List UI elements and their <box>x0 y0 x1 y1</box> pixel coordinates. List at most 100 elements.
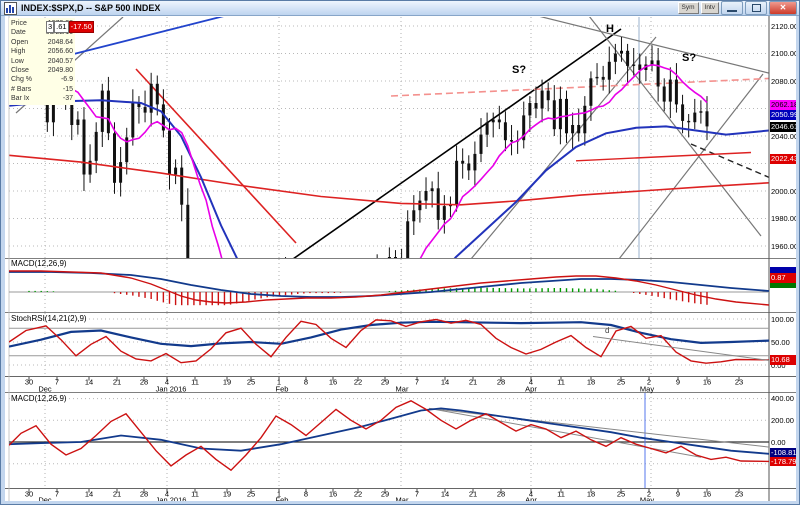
x-tick-label: 11 <box>557 490 565 499</box>
axis-label: 200.00 <box>771 416 794 425</box>
candle-body <box>577 125 580 133</box>
axis-label: 1980.00 <box>771 214 798 223</box>
x-tick-label: 18 <box>587 378 595 387</box>
candle-body <box>174 168 177 175</box>
x-tick-label: 23 <box>735 490 743 499</box>
x-tick-label: 9 <box>676 378 680 387</box>
x-tick-label: 8 <box>304 490 308 499</box>
x-tick-label: 16 <box>703 490 711 499</box>
x-tick-label: 9 <box>676 490 680 499</box>
stochrsi-pane-label: StochRSI(14,21(2),9) <box>11 314 87 323</box>
x-tick-label: 28 <box>140 378 148 387</box>
x-tick-label: 29 <box>381 490 389 499</box>
candle-body <box>431 188 434 191</box>
candle-body <box>180 168 183 205</box>
pattern-annotation: S? <box>682 52 696 64</box>
readout-row: Bar Ix-37 <box>11 94 73 103</box>
x-month-label: May <box>640 385 654 394</box>
x-month-label: Dec <box>38 385 52 394</box>
candle-body <box>119 162 122 183</box>
x-tick-label: 19 <box>223 490 231 499</box>
x-tick-label: 25 <box>247 490 255 499</box>
candle-body <box>541 91 544 109</box>
readout-row: High2056.60 <box>11 47 73 56</box>
candle-body <box>559 99 562 129</box>
macd-green-value-box <box>770 283 799 288</box>
candle-body <box>687 121 690 122</box>
x-tick-label: 21 <box>113 378 121 387</box>
x-tick-label: 30 <box>25 490 33 499</box>
x-tick-label: 7 <box>415 378 419 387</box>
x-tick-label: 21 <box>113 490 121 499</box>
candle-body <box>608 62 611 80</box>
x-tick-label: 23 <box>735 378 743 387</box>
x-tick-label: 14 <box>441 378 449 387</box>
chart-canvas[interactable]: S?HS?d3030771414212128284411111919252511… <box>1 1 800 505</box>
weekly-macd-red-value-box: -178.79 <box>770 457 799 466</box>
axis-label: 400.00 <box>771 394 794 403</box>
candle-body <box>83 120 86 175</box>
candle-body <box>510 140 513 141</box>
axis-label: 2000.00 <box>771 187 798 196</box>
candle-body <box>663 87 666 102</box>
ma50-value-box: 2050.99 <box>770 110 799 120</box>
minimize-button[interactable] <box>721 1 743 15</box>
candle-body <box>76 120 79 126</box>
readout-change-box: -17.50 <box>69 21 94 33</box>
candle-body <box>681 104 684 121</box>
x-tick-label: 28 <box>140 490 148 499</box>
stochrsi-value-box: 10.68 <box>770 355 799 365</box>
candle-body <box>553 100 556 129</box>
candle-body <box>583 106 586 134</box>
x-tick-label: 28 <box>497 378 505 387</box>
candle-body <box>528 103 531 115</box>
titlebar[interactable]: INDEX:$SPX,D -- S&P 500 INDEX Sym Intv ✕ <box>1 1 799 16</box>
candle-body <box>131 103 134 137</box>
axis-label: 2040.00 <box>771 132 798 141</box>
candle-body <box>602 77 605 80</box>
readout-row: Chg %-6.9 <box>11 75 73 84</box>
x-tick-label: 25 <box>617 378 625 387</box>
restore-button[interactable] <box>745 1 767 15</box>
readout-row: # Bars-15 <box>11 85 73 94</box>
candle-body <box>669 80 672 102</box>
close-button[interactable]: ✕ <box>769 1 797 15</box>
x-tick-label: 22 <box>354 378 362 387</box>
candle-body <box>480 135 483 154</box>
axis-label: 1960.00 <box>771 242 798 251</box>
weekly-macd-blue-value-box: -108.81 <box>770 448 799 457</box>
candle-body <box>467 164 470 171</box>
axis-label: 2080.00 <box>771 77 798 86</box>
macd-red-value-box: 0.87 <box>770 273 799 283</box>
candle-body <box>498 120 501 123</box>
x-tick-label: 14 <box>441 490 449 499</box>
candle-body <box>657 60 660 86</box>
readout-row: Open2048.64 <box>11 38 73 47</box>
readout-row: Low2040.57 <box>11 57 73 66</box>
window-frame-right <box>796 16 799 504</box>
x-tick-label: 7 <box>55 378 59 387</box>
x-tick-label: 22 <box>354 490 362 499</box>
x-tick-label: 11 <box>191 378 199 387</box>
x-tick-label: 18 <box>587 490 595 499</box>
x-tick-label: 25 <box>617 490 625 499</box>
x-tick-label: 16 <box>329 490 337 499</box>
readout-bars-box: 3 <box>46 21 54 33</box>
candle-body <box>473 154 476 171</box>
x-tick-label: 16 <box>329 378 337 387</box>
candle-body <box>504 122 507 140</box>
last-price-box: 2046.61 <box>770 122 799 132</box>
interval-button[interactable]: Intv <box>701 2 719 14</box>
x-tick-label: 7 <box>55 490 59 499</box>
symbol-button[interactable]: Sym <box>678 2 699 14</box>
x-tick-label: 16 <box>703 378 711 387</box>
ma10-value-box: 2062.18 <box>770 100 799 110</box>
x-month-label: Jan 2016 <box>156 385 187 394</box>
candle-body <box>589 78 592 106</box>
candle-body <box>535 103 538 109</box>
candle-body <box>113 133 116 183</box>
candle-body <box>486 122 489 134</box>
x-tick-label: 25 <box>247 378 255 387</box>
candle-body <box>693 113 696 123</box>
candle-body <box>418 201 421 211</box>
